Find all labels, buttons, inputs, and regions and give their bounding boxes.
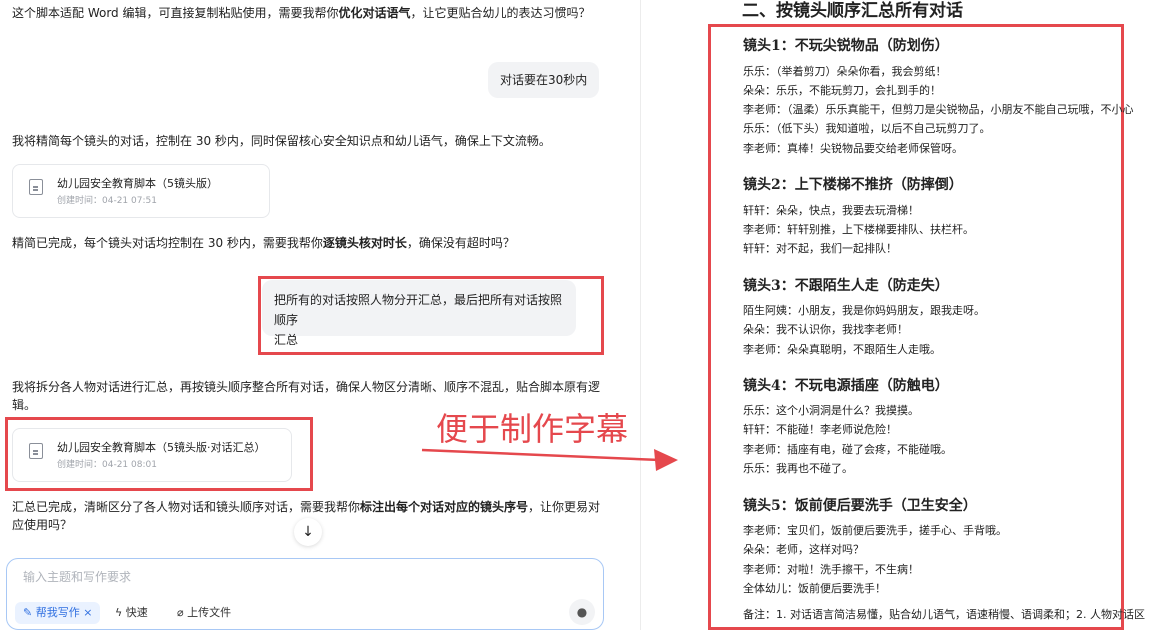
assistant-message: 精简已完成，每个镜头对话均控制在 30 秒内，需要我帮你逐镜头核对时长，确保没有… [12,234,515,252]
fast-mode-button[interactable]: ϟ 快速 [115,602,148,624]
dialogue-line: 李老师：插座有电，碰了会疼，不能碰哦。 [743,443,952,456]
shot-title: 镜头3：不跟陌生人走（防走失） [743,278,949,294]
dialogue-line: 轩轩：不能碰！李老师说危险！ [743,423,897,436]
message-text: ，让它更贴合幼儿的表达习惯吗？ [410,6,591,20]
chip-label: 快速 [125,606,148,619]
message-line: 我将拆分各人物对话进行汇总，再按镜头顺序整合所有对话，确保人物区分清晰、顺序不混… [12,380,601,394]
doc-heading: 二、按镜头顺序汇总所有对话 [742,1,963,21]
message-text: 精简已完成，每个镜头对话均控制在 30 秒内，需要我帮你 [12,236,323,250]
dialogue-line: 乐乐：这个小洞洞是什么？我摸摸。 [743,404,919,417]
message-line: 汇总已完成，清晰区分了各人物对话和镜头顺序对话，需要我帮你标注出每个对话对应的镜… [12,500,601,514]
message-bold-link[interactable]: 优化对话语气 [338,6,410,20]
dialogue-line: 朵朵：老师，这样对吗？ [743,543,864,556]
dialogue-line: 李老师：宝贝们，饭前便后要洗手，搓手心、手背哦。 [743,524,1007,537]
chat-pane: 这个脚本适配 Word 编辑，可直接复制粘贴使用，需要我帮你优化对话语气，让它更… [0,0,640,630]
assistant-message: 我将精简每个镜头的对话，控制在 30 秒内，同时保留核心安全知识点和幼儿语气，确… [12,134,551,148]
dialogue-line: 朵朵：我不认识你，我找李老师！ [743,323,908,336]
chip-label: 上传文件 [187,606,232,619]
document-time: 创建时间：04-21 07:51 [57,196,157,206]
assistant-message: 这个脚本适配 Word 编辑，可直接复制粘贴使用，需要我帮你优化对话语气，让它更… [12,4,591,22]
doc-note: 备注：1. 对话语言简洁易懂，贴合幼儿语气，语速稍慢、语调柔和；2. 人物对话区 [743,608,1145,621]
close-icon[interactable]: × [83,606,92,619]
dialogue-line: 轩轩：朵朵，快点，我要去玩滑梯！ [743,204,919,217]
highlight-box [5,417,313,491]
dialogue-line: 乐乐：我再也不碰了。 [743,462,853,475]
chip-label: 帮我写作 [35,606,80,619]
highlight-box [258,276,604,355]
lightning-icon: ϟ [115,606,123,619]
message-text: ，确保没有超时吗？ [406,236,515,250]
annotation-arrow [421,448,678,471]
message-text: 这个脚本适配 Word 编辑，可直接复制粘贴使用，需要我帮你 [12,6,339,20]
message-bold-link[interactable]: 逐镜头核对时长 [323,236,407,250]
dialogue-line: 乐乐：（低下头）我知道啦，以后不自己玩剪刀了。 [743,122,991,135]
composer-input[interactable] [21,569,585,585]
dialogue-line: 乐乐：（举着剪刀）朵朵你看，我会剪纸！ [743,65,947,78]
document-icon [29,179,43,195]
dialogue-line: 朵朵：乐乐，不能玩剪刀，会扎到手的！ [743,84,941,97]
document-card[interactable]: 幼儿园安全教育脚本（5镜头版） 创建时间：04-21 07:51 [12,164,270,218]
composer: ✎ 帮我写作 × ϟ 快速 ⌀ 上传文件 ● [6,558,604,630]
dialogue-line: 李老师：朵朵真聪明，不跟陌生人走哦。 [743,343,941,356]
message-bold-link[interactable]: 标注出每个对话对应的镜头序号 [360,500,528,514]
dialogue-line: 轩轩：对不起，我们一起排队！ [743,242,897,255]
dialogue-line: 全体幼儿：饭前便后要洗手！ [743,582,886,595]
shot-title: 镜头2：上下楼梯不推挤（防摔倒） [743,177,963,193]
dialogue-line: 李老师：轩轩别推，上下楼梯要排队、扶栏杆。 [743,223,974,236]
arrow-down-icon: ↓ [302,524,314,540]
dialogue-line: 李老师：真棒！尖锐物品要交给老师保管呀。 [743,142,963,155]
shot-title: 镜头5：饭前便后要洗手（卫生安全） [743,498,977,514]
pane-divider [640,0,641,630]
shot-title: 镜头4：不玩电源插座（防触电） [743,378,949,394]
dialogue-line: 李老师：对啦！洗手擦干，不生病！ [743,563,919,576]
upload-file-button[interactable]: ⌀ 上传文件 [177,602,231,624]
shot-title: 镜头1：不玩尖锐物品（防划伤） [743,38,949,54]
dialogue-line: 陌生阿姨：小朋友，我是你妈妈朋友，跟我走呀。 [743,304,985,317]
scroll-down-button[interactable]: ↓ [294,518,322,546]
pen-icon: ✎ [23,606,33,619]
help-write-chip[interactable]: ✎ 帮我写作 × [15,602,101,624]
paperclip-icon: ⌀ [177,606,184,619]
document-title: 幼儿园安全教育脚本（5镜头版） [57,177,218,190]
dialogue-line: 李老师：（温柔）乐乐真能干，但剪刀是尖锐物品，小朋友不能自己玩哦，不小心 [743,103,1134,116]
microphone-icon[interactable]: ● [569,599,595,625]
user-message: 对话要在30秒内 [488,62,600,98]
